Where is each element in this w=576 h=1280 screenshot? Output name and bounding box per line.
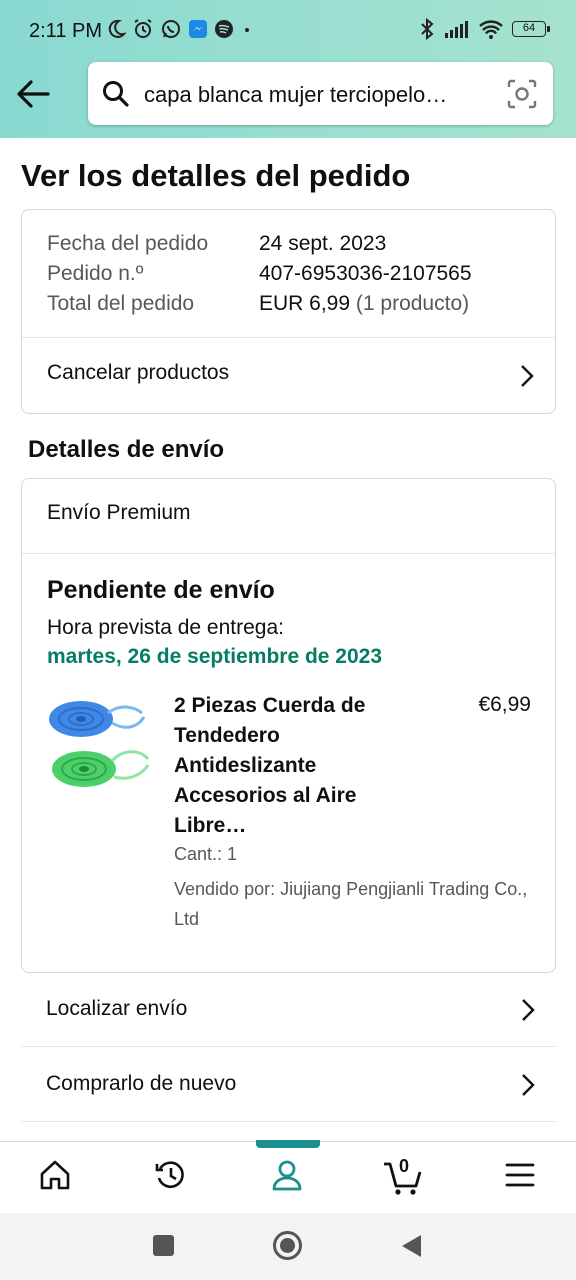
bluetooth-icon: [421, 18, 434, 40]
order-total-row: Total del pedido EUR 6,99 (1 producto): [47, 292, 469, 316]
cancel-products-link[interactable]: Cancelar productos: [22, 338, 555, 414]
divider: [22, 553, 555, 554]
camera-scan-icon[interactable]: [507, 79, 537, 109]
history-icon[interactable]: [154, 1158, 188, 1192]
buy-again-label: Comprarlo de nuevo: [46, 1072, 237, 1095]
order-summary-card: Fecha del pedido 24 sept. 2023 Pedido n.…: [21, 209, 556, 414]
dot-icon: [245, 28, 249, 32]
account-icon[interactable]: [270, 1158, 304, 1192]
system-status-icons: 64: [418, 18, 550, 40]
menu-icon[interactable]: [505, 1162, 535, 1188]
order-date-label: Fecha del pedido: [47, 232, 209, 255]
back-arrow-icon[interactable]: [14, 76, 52, 112]
search-input[interactable]: capa blanca mujer terciopelo…: [144, 82, 484, 108]
spotify-icon: [215, 20, 233, 38]
search-icon[interactable]: [102, 80, 130, 108]
battery-icon: 64: [512, 21, 550, 37]
shipping-status: Pendiente de envío: [47, 576, 275, 604]
page-title: Ver los detalles del pedido: [21, 158, 411, 193]
order-date-value: 24 sept. 2023: [259, 232, 387, 255]
order-number-label: Pedido n.º: [47, 262, 144, 285]
back-button[interactable]: [402, 1235, 421, 1257]
moon-icon: [108, 19, 126, 38]
order-number-row: Pedido n.º 407-6953036-2107565: [47, 262, 472, 286]
order-total-count: (1 producto): [355, 292, 470, 315]
shipping-section-title: Detalles de envío: [28, 436, 225, 463]
product-price: €6,99: [478, 693, 531, 716]
shipping-method: Envío Premium: [47, 501, 191, 524]
product-image[interactable]: [46, 693, 152, 797]
eta-date: martes, 26 de septiembre de 2023: [47, 645, 383, 668]
home-button[interactable]: [273, 1231, 302, 1260]
order-total-amount: EUR 6,99: [259, 292, 351, 315]
notification-icons: [106, 18, 254, 40]
alarm-icon: [134, 19, 152, 38]
search-bar[interactable]: capa blanca mujer terciopelo…: [88, 62, 553, 125]
track-shipment-label: Localizar envío: [46, 997, 188, 1020]
messenger-icon: [189, 20, 207, 38]
status-bar: 2:11 PM 64: [0, 0, 576, 64]
order-total-label: Total del pedido: [47, 292, 195, 315]
bottom-navigation: [0, 1140, 576, 1213]
recents-button[interactable]: [153, 1235, 174, 1256]
chevron-right-icon: [522, 1074, 535, 1096]
cart-count-badge: 0: [399, 1156, 410, 1176]
order-date-row: Fecha del pedido 24 sept. 2023: [47, 232, 386, 256]
track-shipment-row[interactable]: Localizar envío: [21, 973, 556, 1047]
signal-icon: [445, 21, 468, 38]
order-total-value: EUR 6,99 (1 producto): [259, 292, 469, 316]
system-navigation-bar: [0, 1213, 576, 1280]
wifi-icon: [479, 20, 503, 39]
active-tab-indicator: [256, 1140, 320, 1148]
buy-again-row[interactable]: Comprarlo de nuevo: [21, 1048, 556, 1122]
product-seller: Vendido por: Jiujiang Pengjianli Trading…: [174, 879, 528, 929]
order-number-value: 407-6953036-2107565: [259, 262, 472, 285]
cancel-products-label: Cancelar productos: [47, 361, 230, 384]
chevron-right-icon: [522, 999, 535, 1021]
shipping-card: Envío Premium Pendiente de envío Hora pr…: [21, 478, 556, 973]
top-header: 2:11 PM 64 capa blanca mujer terciopelo…: [0, 0, 576, 138]
product-name-link[interactable]: 2 Piezas Cuerda de Tendedero Antidesliza…: [174, 691, 404, 841]
whatsapp-icon: [162, 20, 180, 38]
chevron-right-icon: [521, 365, 534, 387]
eta-label: Hora prevista de entrega:: [47, 616, 284, 639]
home-icon[interactable]: [38, 1158, 72, 1192]
status-time: 2:11 PM: [29, 20, 102, 42]
product-quantity: Cant.: 1: [174, 844, 238, 864]
